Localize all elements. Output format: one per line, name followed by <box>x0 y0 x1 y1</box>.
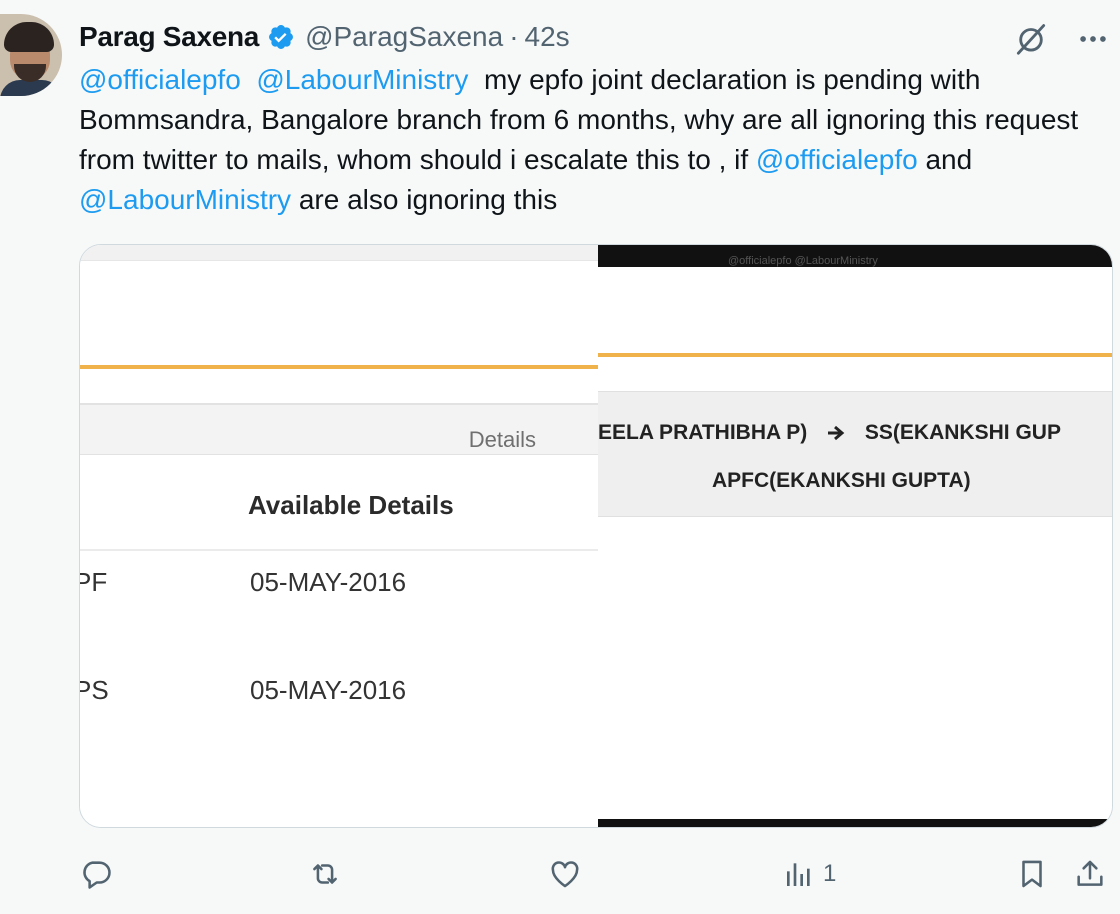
avatar-hair <box>4 22 54 52</box>
row-label: PF <box>80 567 108 597</box>
like-button[interactable] <box>547 852 583 896</box>
grok-icon[interactable] <box>1012 20 1050 58</box>
workflow-line: EELA PRATHIBHA P) SS(EKANKSHI GUP <box>598 421 1061 445</box>
mention-link[interactable]: @officialepfo <box>79 64 241 95</box>
screenshot-top-band <box>80 245 598 261</box>
verified-badge-icon[interactable] <box>267 23 295 51</box>
row-value: 05-MAY-2016 <box>250 567 407 597</box>
row-label: PS <box>80 675 109 705</box>
orange-divider <box>80 365 598 369</box>
avatar[interactable] <box>0 14 62 96</box>
media-image-right[interactable]: @officialepfo @LabourMinistry EELA PRATH… <box>598 245 1112 827</box>
bookmark-button[interactable] <box>1015 852 1049 896</box>
row-value: 05-MAY-2016 <box>250 675 407 705</box>
views-button[interactable]: 1 <box>783 852 836 896</box>
top-actions <box>1012 20 1110 58</box>
details-header: Details <box>468 427 536 452</box>
display-name[interactable]: Parag Saxena <box>79 21 259 53</box>
heart-icon <box>547 857 583 891</box>
arrow-right-icon <box>827 421 845 445</box>
watermark: @officialepfo @LabourMinistry <box>728 255 878 267</box>
tweet-header: Parag Saxena @ParagSaxena · 42s <box>79 18 570 56</box>
workflow-band <box>598 391 1112 517</box>
screenshot-bottom-bar <box>598 819 1112 827</box>
media-grid: Details Available Details PF 05-MAY-2016… <box>79 244 1113 828</box>
more-icon[interactable] <box>1076 22 1110 56</box>
tweet-text-part: are also ignoring this <box>298 184 558 215</box>
timestamp[interactable]: 42s <box>525 21 570 53</box>
tweet-text: @officialepfo @LabourMinistry my epfo jo… <box>79 60 1099 220</box>
share-button[interactable] <box>1073 852 1107 896</box>
retweet-icon <box>307 857 343 891</box>
workflow-to: SS(EKANKSHI GUP <box>864 421 1061 444</box>
mention-link[interactable]: @officialepfo <box>756 144 918 175</box>
retweet-button[interactable] <box>307 852 343 896</box>
tweet-text-part: and <box>925 144 973 175</box>
tweet-action-bar: 1 <box>79 852 1115 896</box>
orange-divider <box>598 353 1112 357</box>
share-icon <box>1073 857 1107 891</box>
row-divider <box>80 549 598 551</box>
reply-button[interactable] <box>79 852 113 896</box>
time-separator: · <box>509 21 519 52</box>
workflow-from: EELA PRATHIBHA P) <box>598 421 808 444</box>
bookmark-icon <box>1015 857 1049 891</box>
author-handle[interactable]: @ParagSaxena <box>305 21 503 53</box>
avatar-shirt <box>0 80 62 96</box>
views-count: 1 <box>823 860 837 887</box>
views-icon <box>783 858 815 890</box>
mention-link[interactable]: @LabourMinistry <box>79 184 291 215</box>
column-header: Available Details <box>248 490 454 520</box>
media-image-left[interactable]: Details Available Details PF 05-MAY-2016… <box>80 245 598 827</box>
mention-link[interactable]: @LabourMinistry <box>256 64 468 95</box>
reply-icon <box>79 857 113 891</box>
workflow-next: APFC(EKANKSHI GUPTA) <box>712 469 971 492</box>
